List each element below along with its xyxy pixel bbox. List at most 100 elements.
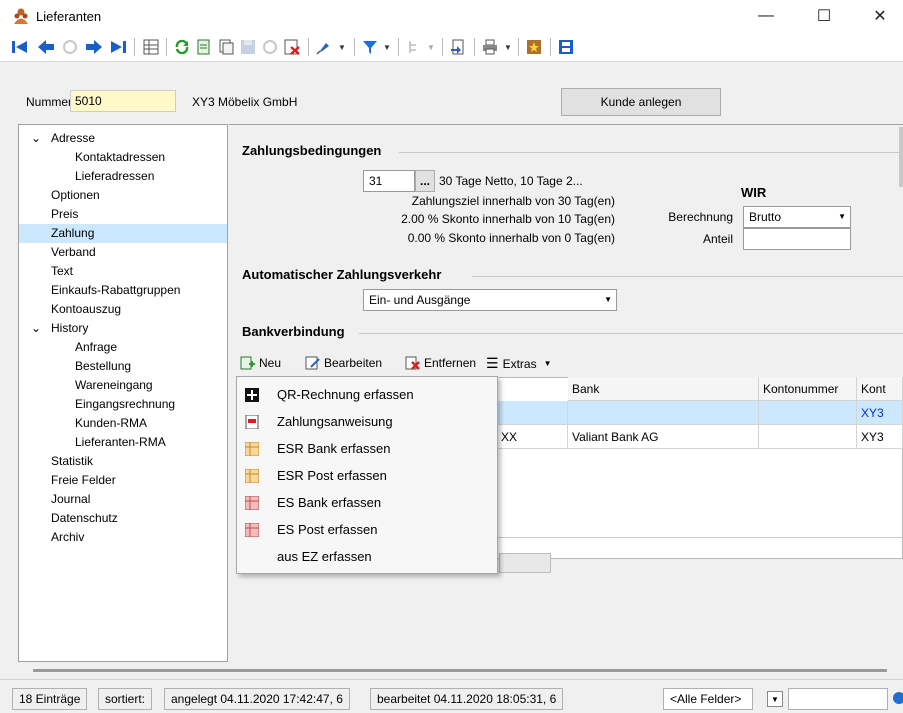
reload-icon[interactable] (172, 37, 192, 57)
neu-button[interactable]: Neu (240, 355, 281, 370)
expander-icon[interactable]: ⌄ (31, 319, 41, 338)
print-icon[interactable] (480, 37, 500, 57)
toolbar-separator (442, 38, 443, 56)
created-timestamp: angelegt 04.11.2020 17:42:47, 6 (164, 688, 350, 710)
save-disabled-icon[interactable] (238, 37, 258, 57)
tree-item-einkaufs-rabattgruppen[interactable]: Einkaufs-Rabattgruppen (19, 281, 227, 300)
tree-item-kontaktadressen[interactable]: Kontaktadressen (19, 148, 227, 167)
table-row-cell[interactable]: XY3 (857, 401, 903, 425)
record-header: Nummer 5010 XY3 Möbelix GmbH Kunde anleg… (0, 62, 903, 116)
minimize-button[interactable]: — (743, 0, 789, 32)
menu-item-esr-post[interactable]: ESR Post erfassen (237, 462, 497, 489)
zahlungsbedingung-lookup-button[interactable]: ... (415, 170, 435, 192)
column-header-konto[interactable]: Kont (857, 377, 903, 401)
print-dropdown-icon[interactable]: ▼ (502, 37, 514, 57)
tree-item-lieferanten-rma[interactable]: Lieferanten-RMA (19, 433, 227, 452)
berechnung-select[interactable]: Brutto ▼ (743, 206, 851, 228)
bearbeiten-button[interactable]: Bearbeiten (305, 355, 382, 370)
tree-item-kontoauszug[interactable]: Kontoauszug (19, 300, 227, 319)
column-header-bank[interactable]: Bank (568, 377, 759, 401)
undo-disabled-icon[interactable] (260, 37, 280, 57)
tree-disabled-icon[interactable] (404, 37, 424, 57)
form-view-icon[interactable] (556, 37, 576, 57)
maximize-button[interactable]: ☐ (801, 0, 847, 32)
toolbar-separator (166, 38, 167, 56)
tree-item-statistik[interactable]: Statistik (19, 452, 227, 471)
tree-item-optionen[interactable]: Optionen (19, 186, 227, 205)
tree-item-bestellung[interactable]: Bestellung (19, 357, 227, 376)
extras-button[interactable]: ☰ Extras ▼ (486, 355, 552, 372)
tree-item-journal[interactable]: Journal (19, 490, 227, 509)
table-view-icon[interactable] (141, 37, 161, 57)
first-record-icon[interactable] (10, 37, 30, 57)
menu-item-qr-rechnung[interactable]: QR-Rechnung erfassen (237, 381, 497, 408)
zahlungsverkehr-select[interactable]: Ein- und Ausgänge ▼ (363, 289, 617, 311)
tree-item-lieferadressen[interactable]: Lieferadressen (19, 167, 227, 186)
pin-icon[interactable] (314, 37, 334, 57)
zahlungsbedingung-code-field[interactable]: 31 (363, 170, 415, 192)
last-record-icon[interactable] (108, 37, 128, 57)
toolbar-separator (474, 38, 475, 56)
new-record-icon[interactable] (194, 37, 214, 57)
tree-item-eingangsrechnung[interactable]: Eingangsrechnung (19, 395, 227, 414)
tree-item-wareneingang[interactable]: Wareneingang (19, 376, 227, 395)
toolbar-separator (354, 38, 355, 56)
field-filter-select[interactable]: <Alle Felder> (663, 688, 753, 710)
menu-item-es-bank[interactable]: ES Bank erfassen (237, 489, 497, 516)
pin-dropdown-icon[interactable]: ▼ (336, 37, 348, 57)
table-row-cell[interactable] (759, 401, 857, 425)
tree-item-adresse[interactable]: ⌄ Adresse (19, 129, 227, 148)
column-header-kontonummer[interactable]: Kontonummer (759, 377, 857, 401)
table-row-cell[interactable]: XY3 (857, 425, 903, 449)
tree-item-archiv[interactable]: Archiv (19, 528, 227, 547)
kunde-anlegen-button[interactable]: Kunde anlegen (561, 88, 721, 116)
tree-item-zahlung[interactable]: Zahlung (19, 224, 227, 243)
tree-item-history[interactable]: ⌄ History (19, 319, 227, 338)
es-form-icon (245, 522, 259, 537)
quick-search-input[interactable] (788, 688, 888, 710)
tree-item-anfrage[interactable]: Anfrage (19, 338, 227, 357)
payment-order-icon (245, 414, 259, 429)
menu-item-esr-bank[interactable]: ESR Bank erfassen (237, 435, 497, 462)
tree-item-preis[interactable]: Preis (19, 205, 227, 224)
table-row-cell[interactable]: Valiant Bank AG (568, 425, 759, 449)
previous-record-icon[interactable] (36, 37, 56, 57)
table-row-cell[interactable] (568, 401, 759, 425)
nummer-field[interactable]: 5010 (70, 90, 176, 112)
next-record-icon[interactable] (84, 37, 104, 57)
document-arrow-icon[interactable] (448, 37, 468, 57)
tree-item-freie-felder[interactable]: Freie Felder (19, 471, 227, 490)
table-row-cell[interactable]: XX (497, 425, 568, 449)
tree-dropdown-icon[interactable]: ▼ (425, 37, 437, 57)
chevron-down-icon: ▼ (838, 212, 846, 221)
menu-item-aus-ez[interactable]: aus EZ erfassen (237, 543, 497, 570)
tree-item-text[interactable]: Text (19, 262, 227, 281)
filter-dropdown-icon[interactable]: ▼ (381, 37, 393, 57)
filter-dropdown-button[interactable]: ▼ (767, 691, 783, 707)
tree-item-verband[interactable]: Verband (19, 243, 227, 262)
menu-item-es-post[interactable]: ES Post erfassen (237, 516, 497, 543)
close-button[interactable]: ✕ (857, 0, 903, 32)
star-book-icon[interactable] (524, 37, 544, 57)
expander-icon[interactable]: ⌄ (31, 129, 41, 148)
toolbar-separator (308, 38, 309, 56)
copy-record-icon[interactable] (216, 37, 236, 57)
menu-item-zahlungsanweisung[interactable]: Zahlungsanweisung (237, 408, 497, 435)
table-row-cell[interactable] (497, 401, 568, 425)
skonto2-text: 0.00 % Skonto innerhalb von 0 Tag(en) (407, 231, 615, 245)
scrollbar-thumb[interactable] (33, 669, 887, 672)
search-icon[interactable] (893, 692, 903, 704)
entfernen-button[interactable]: Entfernen (405, 355, 476, 370)
tree-item-datenschutz[interactable]: Datenschutz (19, 509, 227, 528)
tree-item-kunden-rma[interactable]: Kunden-RMA (19, 414, 227, 433)
vertical-scrollbar[interactable] (899, 127, 903, 187)
chevron-down-icon: ▼ (604, 295, 612, 304)
delete-record-icon[interactable] (282, 37, 302, 57)
horizontal-scrollbar[interactable] (0, 662, 903, 679)
table-row-cell[interactable] (759, 425, 857, 449)
filter-icon[interactable] (360, 37, 380, 57)
table-footer-cell (499, 553, 551, 573)
toolbar: ▼ ▼ ▼ ▼ (0, 32, 903, 62)
anteil-field[interactable] (743, 228, 851, 250)
refresh-disabled-icon[interactable] (60, 37, 80, 57)
